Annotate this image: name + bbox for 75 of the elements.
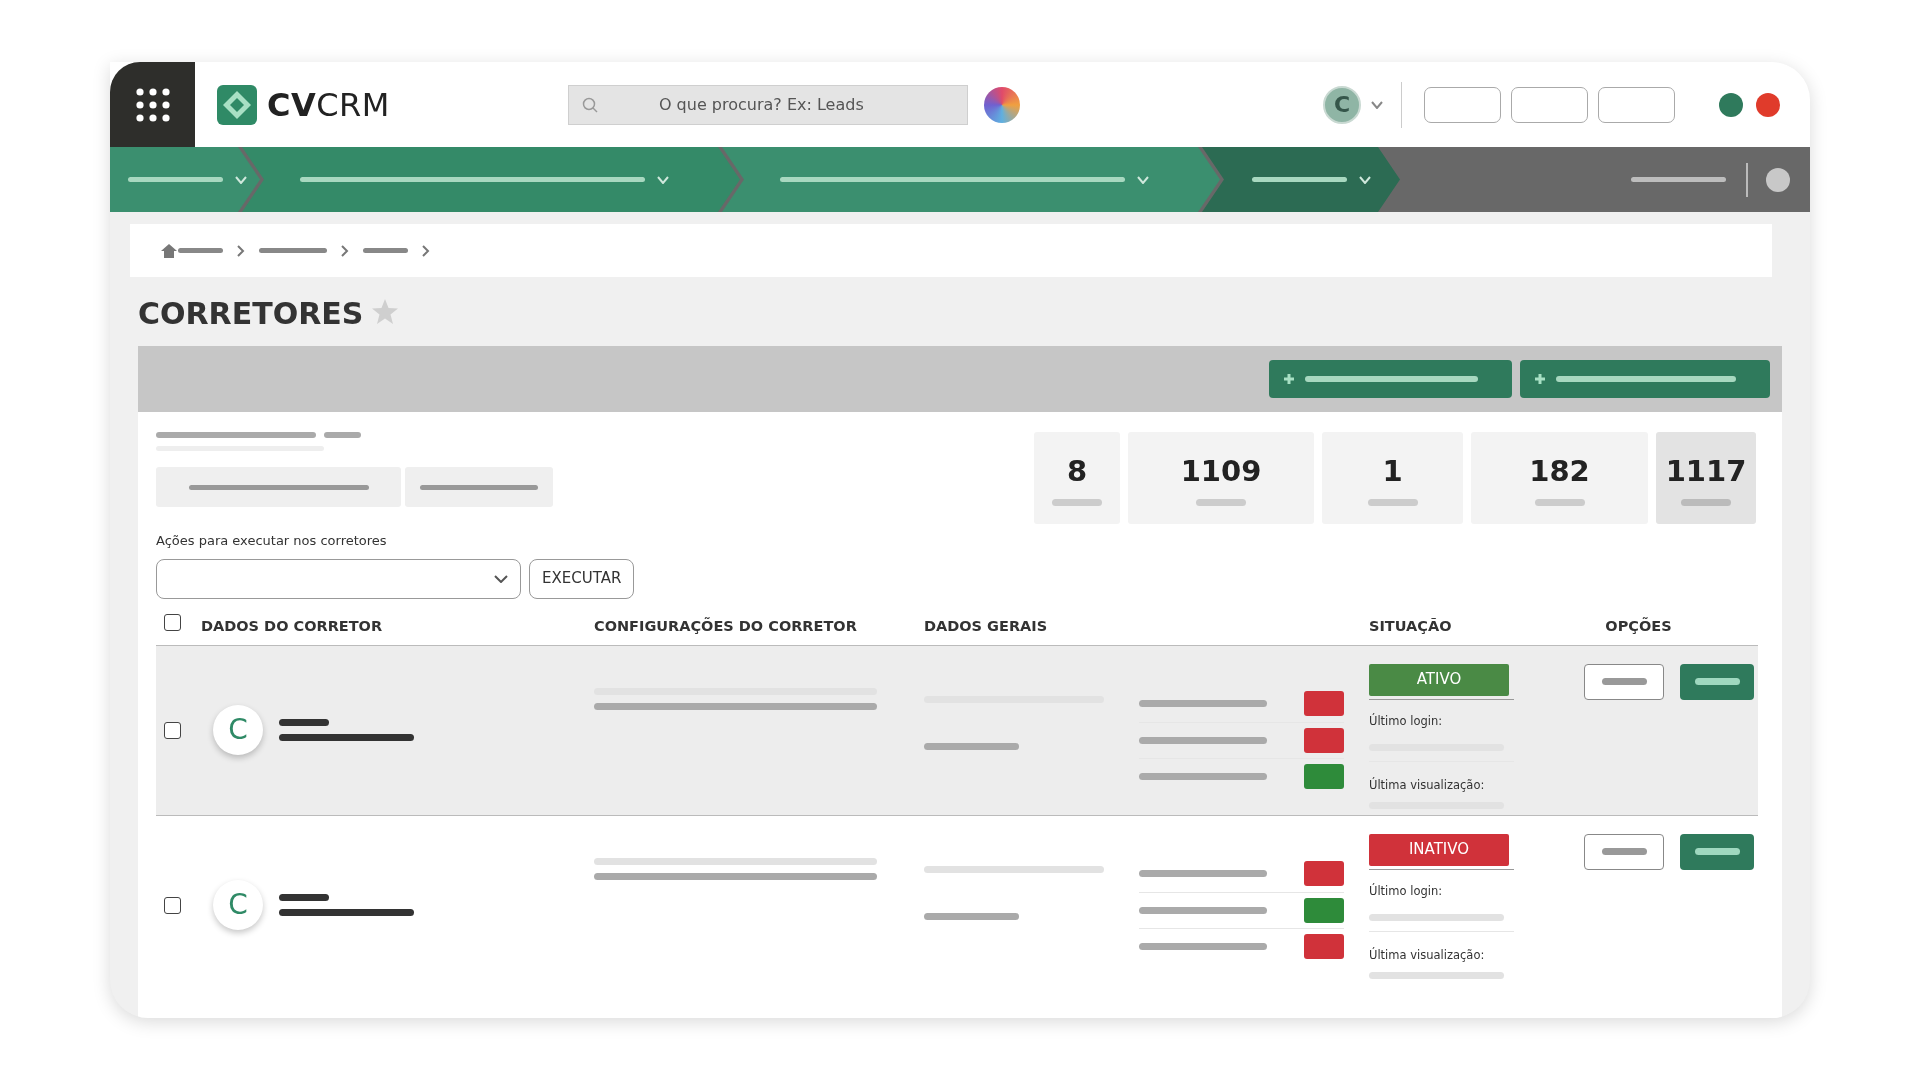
- last-view-label: Última visualização:: [1369, 947, 1485, 962]
- last-view-label: Última visualização:: [1369, 777, 1485, 792]
- checkbox[interactable]: [164, 721, 181, 739]
- user-avatar[interactable]: C: [1323, 85, 1361, 124]
- status-dot: [1756, 92, 1780, 117]
- column-header: DADOS DO CORRETOR: [201, 617, 383, 634]
- header-button[interactable]: [1424, 86, 1501, 123]
- profile-dot: [1766, 167, 1790, 192]
- option-button[interactable]: [1584, 663, 1664, 700]
- header-button[interactable]: [1511, 86, 1588, 123]
- search-field[interactable]: O que procura? Ex: Leads: [567, 84, 968, 125]
- last-login-label: Último login:: [1369, 713, 1443, 728]
- stat-value: 1117: [1665, 452, 1747, 490]
- apps-grid-icon: [135, 87, 170, 122]
- option-button[interactable]: [1680, 833, 1754, 870]
- placeholder-line: [1367, 499, 1418, 507]
- page-title: CORRETORES: [138, 295, 364, 333]
- placeholder-line: [324, 432, 361, 438]
- add-button[interactable]: [1269, 360, 1512, 398]
- logo-icon: [215, 82, 259, 127]
- apps-menu-button[interactable]: [135, 87, 170, 122]
- column-header: OPÇÕES: [1605, 617, 1672, 634]
- last-login-label: Último login:: [1369, 883, 1443, 898]
- execute-button[interactable]: EXECUTAR: [529, 558, 635, 599]
- status-dot: [1719, 92, 1743, 117]
- header-button[interactable]: [1598, 86, 1675, 123]
- placeholder-line: [178, 248, 223, 253]
- placeholder-line: [279, 894, 329, 901]
- stat-value: 1109: [1180, 452, 1262, 490]
- caret-icon: [235, 175, 247, 184]
- option-button[interactable]: [1584, 833, 1664, 870]
- user-avatar: C: [213, 880, 263, 930]
- option-button[interactable]: [1680, 663, 1754, 700]
- actions-label: Ações para executar nos corretores: [156, 532, 388, 550]
- logo-text: CVCRM: [267, 84, 390, 126]
- caret-icon: [1359, 175, 1371, 184]
- actions-dropdown[interactable]: [156, 558, 521, 599]
- star-icon[interactable]: [371, 297, 400, 326]
- caret-icon: [1371, 100, 1383, 109]
- chevron-right-icon: [341, 244, 349, 257]
- plus-icon: [1283, 373, 1295, 385]
- chevron-right-icon: [422, 244, 430, 257]
- status-label: INATIVO: [1369, 833, 1509, 866]
- caret-icon: [657, 175, 669, 184]
- caret-icon: [494, 574, 508, 583]
- add-button[interactable]: [1520, 360, 1770, 398]
- placeholder-line: [1681, 499, 1731, 507]
- placeholder-line: [1601, 848, 1647, 855]
- filter-button[interactable]: [156, 467, 401, 507]
- column-header: CONFIGURAÇÕES DO CORRETOR: [594, 617, 857, 634]
- placeholder-line: [1534, 499, 1585, 507]
- user-avatar: C: [213, 705, 263, 755]
- placeholder-line: [1052, 499, 1102, 507]
- stat-value: 1: [1382, 452, 1403, 490]
- placeholder-line: [259, 248, 327, 253]
- chevron-right-icon: [237, 244, 245, 257]
- placeholder-line: [1196, 499, 1246, 507]
- menu-tab[interactable]: [110, 147, 260, 212]
- home-icon: [160, 242, 178, 259]
- column-header: DADOS GERAIS: [924, 617, 1048, 634]
- plus-icon: [1534, 373, 1546, 385]
- color-orb-icon: [983, 86, 1020, 123]
- placeholder-line: [1694, 678, 1740, 685]
- column-header: SITUAÇÃO: [1369, 617, 1452, 634]
- checkbox[interactable]: [164, 613, 181, 631]
- caret-icon: [1137, 175, 1149, 184]
- status-label: ATIVO: [1369, 663, 1509, 696]
- filter-button[interactable]: [405, 467, 553, 507]
- placeholder-line: [363, 248, 408, 253]
- stat-value: 182: [1529, 452, 1590, 490]
- placeholder-line: [279, 719, 329, 726]
- placeholder-line: [1601, 678, 1647, 685]
- placeholder-line: [1694, 848, 1740, 855]
- checkbox[interactable]: [164, 896, 181, 914]
- stat-value: 8: [1066, 452, 1088, 490]
